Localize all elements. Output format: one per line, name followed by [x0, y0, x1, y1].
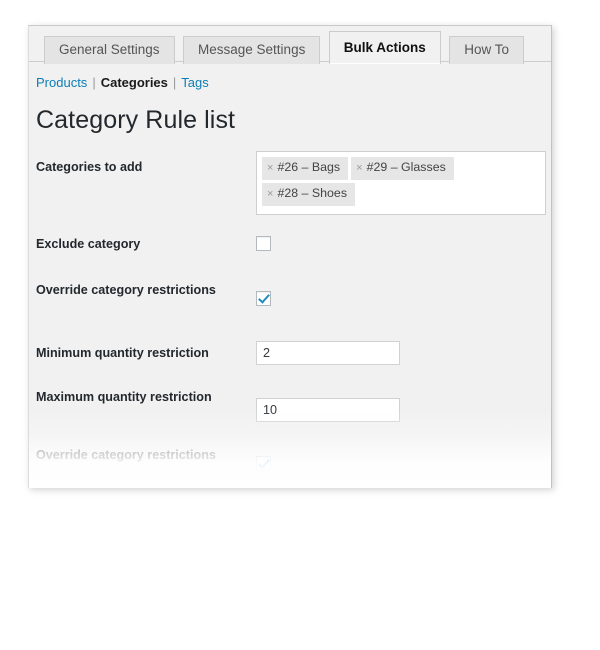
tab-general-settings[interactable]: General Settings — [44, 36, 175, 64]
breadcrumb-item-tags[interactable]: Tags — [181, 75, 208, 90]
label-override-restrictions: Override category restrictions — [36, 283, 216, 297]
chip-remove-icon[interactable]: × — [356, 162, 366, 174]
form-row-exclude-category: Exclude category — [29, 235, 551, 283]
label-maximum-quantity: Maximum quantity restriction — [36, 390, 212, 404]
category-chip[interactable]: × #26 – Bags — [262, 157, 349, 180]
chip-remove-icon[interactable]: × — [267, 162, 277, 174]
form-row-minimum-quantity: Minimum quantity restriction — [29, 341, 551, 390]
breadcrumb-separator: | — [172, 75, 177, 90]
form-row-categories-to-add: Categories to add × #26 – Bags × #29 – Glas… — [29, 151, 551, 235]
label-categories-to-add: Categories to add — [36, 160, 143, 174]
breadcrumb-item-products[interactable]: Products — [36, 75, 87, 90]
tab-message-settings[interactable]: Message Settings — [183, 36, 321, 64]
override-restrictions-checkbox[interactable] — [256, 291, 271, 306]
category-chip[interactable]: × #29 – Glasses — [351, 157, 454, 180]
minimum-quantity-input[interactable] — [256, 341, 400, 365]
categories-to-add-multiselect[interactable]: × #26 – Bags × #29 – Glasses × #28 – Shoes — [256, 151, 546, 215]
chip-label: #29 – Glasses — [366, 160, 446, 174]
label-minimum-quantity: Minimum quantity restriction — [36, 346, 209, 360]
rule-form: Categories to add × #26 – Bags × #29 – Glas… — [29, 151, 551, 488]
tab-how-to[interactable]: How To — [449, 36, 525, 64]
settings-panel: General Settings Message Settings Bulk A… — [28, 25, 552, 488]
chip-label: #26 – Bags — [277, 160, 341, 174]
category-chip[interactable]: × #28 – Shoes — [262, 183, 356, 206]
page-title: Category Rule list — [36, 106, 236, 134]
form-row-override-restrictions-2: Override category restrictions — [29, 448, 551, 488]
tab-strip: General Settings Message Settings Bulk A… — [29, 26, 551, 64]
exclude-category-checkbox[interactable] — [256, 236, 271, 251]
chip-label: #28 – Shoes — [277, 186, 348, 200]
form-row-maximum-quantity: Maximum quantity restriction — [29, 390, 551, 448]
label-override-restrictions-2: Override category restrictions — [36, 448, 216, 462]
label-exclude-category: Exclude category — [36, 237, 141, 251]
override-restrictions-checkbox-2[interactable] — [256, 456, 271, 471]
tab-bulk-actions[interactable]: Bulk Actions — [328, 31, 441, 64]
breadcrumb-item-categories[interactable]: Categories — [101, 75, 168, 90]
form-row-override-restrictions: Override category restrictions — [29, 283, 551, 341]
maximum-quantity-input[interactable] — [256, 398, 400, 422]
tab-content-bulk-actions: Products | Categories | Tags Category Rule l… — [29, 62, 551, 488]
chip-remove-icon[interactable]: × — [267, 188, 277, 200]
breadcrumb-separator: | — [92, 75, 96, 90]
breadcrumb: Products | Categories | Tags — [29, 72, 551, 92]
